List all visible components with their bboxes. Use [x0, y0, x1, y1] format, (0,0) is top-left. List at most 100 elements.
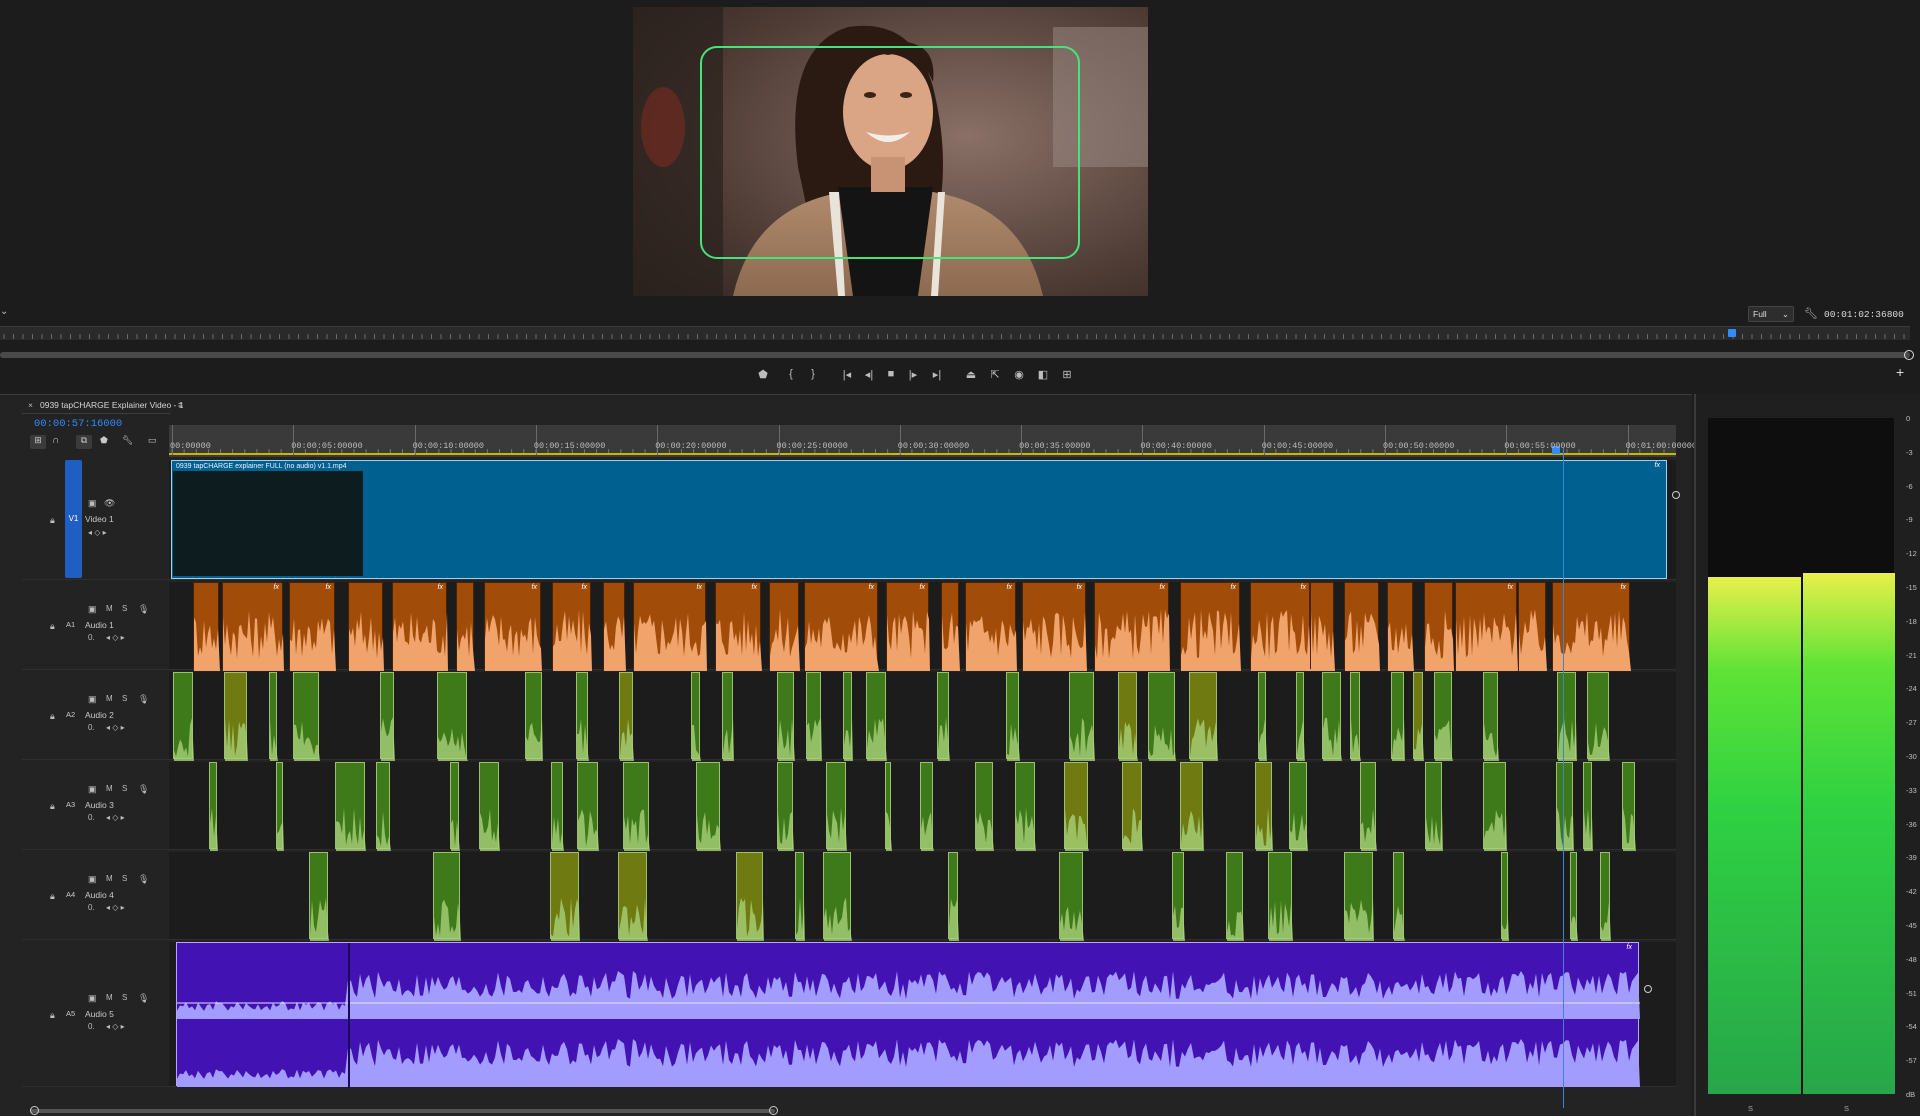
sfx-clip[interactable]: [1122, 762, 1143, 851]
sfx-clip[interactable]: [618, 852, 648, 941]
track-header-a1[interactable]: 🔒︎ ▣ M S 🎙︎ A1 Audio 1 0. ◂ ◇ ▸: [22, 582, 169, 670]
sfx-clip[interactable]: [866, 672, 887, 761]
sfx-clip[interactable]: [1289, 762, 1308, 851]
timeline-scrollbar[interactable]: [30, 1109, 775, 1113]
lift-icon[interactable]: ⏏: [962, 364, 980, 384]
solo-button[interactable]: S: [122, 694, 127, 703]
filmstrip-icon[interactable]: ▣: [88, 498, 97, 509]
audio-clip[interactable]: [193, 582, 220, 671]
lock-icon[interactable]: 🔒︎: [50, 621, 55, 632]
lock-icon[interactable]: 🔒︎: [50, 711, 55, 722]
sfx-clip[interactable]: [1483, 762, 1507, 851]
sfx-clip[interactable]: [619, 672, 634, 761]
mute-button[interactable]: M: [106, 604, 113, 613]
audio-clip[interactable]: fx: [1455, 582, 1518, 671]
sfx-clip[interactable]: [1557, 672, 1577, 761]
music-clip[interactable]: fx: [176, 942, 1652, 1088]
clip-end-handle[interactable]: [1672, 491, 1680, 499]
sfx-clip[interactable]: [1118, 672, 1138, 761]
sfx-clip[interactable]: [806, 672, 822, 761]
sfx-clip[interactable]: [335, 762, 366, 851]
sfx-clip[interactable]: [1391, 672, 1405, 761]
compare-icon[interactable]: ◧: [1034, 364, 1052, 384]
sfx-clip[interactable]: [1059, 852, 1084, 941]
track-name[interactable]: Audio 5: [85, 1009, 114, 1019]
sfx-clip[interactable]: [550, 852, 580, 941]
sfx-clip[interactable]: [276, 762, 284, 851]
sfx-clip[interactable]: [885, 762, 892, 851]
extract-icon[interactable]: ⇱: [986, 364, 1004, 384]
lock-icon[interactable]: 🔒︎: [50, 891, 55, 902]
keyframe-nav-icon[interactable]: ◂ ◇ ▸: [106, 903, 125, 912]
sfx-clip[interactable]: [1296, 672, 1305, 761]
audio-clip[interactable]: [1344, 582, 1380, 671]
time-ruler[interactable]: 00:00000 00:00:05:00000 00:00:10:00000 00:0…: [169, 425, 1697, 457]
sfx-clip[interactable]: [937, 672, 950, 761]
sfx-clip[interactable]: [577, 762, 599, 851]
mute-button[interactable]: M: [106, 784, 113, 793]
solo-button[interactable]: S: [122, 993, 127, 1002]
sfx-clip[interactable]: [826, 762, 847, 851]
audio-clip[interactable]: fx: [222, 582, 284, 671]
sfx-clip[interactable]: [696, 762, 721, 851]
mic-icon[interactable]: 🎙︎: [138, 694, 149, 705]
sfx-clip[interactable]: [1413, 672, 1424, 761]
lane-a1[interactable]: fx fx fx fx fx fx fx fx fx fx fx fx fx fx fx fx: [169, 582, 1676, 671]
sfx-clip[interactable]: [623, 762, 650, 851]
button-editor-plus-icon[interactable]: +: [1896, 364, 1910, 384]
mic-icon[interactable]: 🎙︎: [138, 874, 149, 885]
export-frame-icon[interactable]: ◉: [1010, 364, 1028, 384]
keyframe-nav-icon[interactable]: ◂ ◇ ▸: [106, 813, 125, 822]
sfx-clip[interactable]: [1226, 852, 1244, 941]
track-header-a3[interactable]: 🔒︎ ▣ M S 🎙︎ A3 Audio 3 0. ◂ ◇ ▸: [22, 762, 169, 850]
timeline-settings-icon[interactable]: 🔧︎: [122, 435, 133, 446]
lock-icon[interactable]: 🔒︎: [50, 1010, 55, 1021]
mute-button[interactable]: M: [106, 694, 113, 703]
scrollbar-left-handle[interactable]: [30, 1106, 39, 1115]
sfx-clip[interactable]: [1344, 852, 1374, 941]
sfx-clip[interactable]: [1255, 762, 1273, 851]
audio-clip[interactable]: [456, 582, 475, 671]
nest-icon[interactable]: ⊞: [30, 435, 46, 449]
lane-a4[interactable]: [169, 852, 1676, 941]
program-timecode[interactable]: 00:01:02:36800: [1824, 309, 1904, 320]
sfx-clip[interactable]: [1583, 762, 1593, 851]
volume-value[interactable]: 0.: [88, 723, 95, 732]
track-name[interactable]: Audio 3: [85, 800, 114, 810]
sfx-clip[interactable]: [1570, 852, 1578, 941]
sfx-clip[interactable]: [1180, 762, 1204, 851]
sfx-clip[interactable]: [1069, 672, 1095, 761]
track-name[interactable]: Video 1: [85, 514, 114, 524]
captions-icon[interactable]: ▭: [148, 435, 157, 446]
multi-camera-icon[interactable]: ⊞: [1058, 364, 1076, 384]
sfx-clip[interactable]: [1350, 672, 1361, 761]
mic-icon[interactable]: 🎙︎: [138, 784, 149, 795]
solo-right-button[interactable]: S: [1844, 1104, 1849, 1113]
track-name[interactable]: Audio 2: [85, 710, 114, 720]
sfx-clip[interactable]: [576, 672, 589, 761]
audio-clip[interactable]: [769, 582, 800, 671]
sfx-clip[interactable]: [1483, 672, 1499, 761]
audio-clip[interactable]: fx: [289, 582, 336, 671]
sfx-clip[interactable]: [1268, 852, 1293, 941]
sfx-clip[interactable]: [777, 672, 795, 761]
keyframe-nav-icon[interactable]: ◂ ◇ ▸: [106, 723, 125, 732]
sfx-clip[interactable]: [1434, 672, 1453, 761]
audio-clip[interactable]: fx: [1250, 582, 1311, 671]
fit-select[interactable]: Full ⌄: [1748, 306, 1794, 322]
audio-clip[interactable]: fx: [392, 582, 448, 671]
sfx-clip[interactable]: [1064, 762, 1089, 851]
volume-value[interactable]: 0.: [88, 903, 95, 912]
filmstrip-icon[interactable]: ▣: [88, 874, 97, 885]
program-scrubber[interactable]: [0, 326, 1910, 340]
stop-icon[interactable]: ■: [882, 364, 900, 384]
sfx-clip[interactable]: [795, 852, 805, 941]
track-target-v1[interactable]: V1: [65, 460, 82, 578]
audio-clip[interactable]: [603, 582, 626, 671]
audio-clip[interactable]: [1518, 582, 1547, 671]
timeline-timecode[interactable]: 00:00:57:16000: [34, 418, 122, 430]
sfx-clip[interactable]: [525, 672, 543, 761]
lock-icon[interactable]: 🔒︎: [50, 515, 55, 526]
track-name[interactable]: Audio 4: [85, 890, 114, 900]
audio-clip[interactable]: [1310, 582, 1335, 671]
